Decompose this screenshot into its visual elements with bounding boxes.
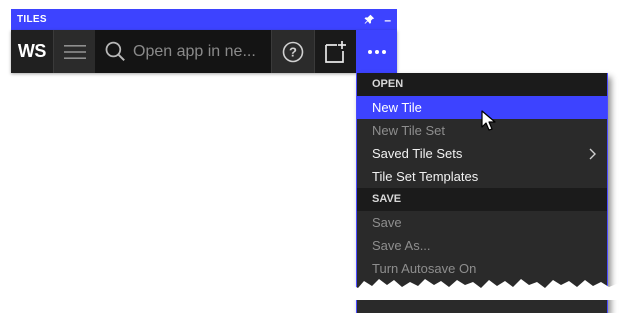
new-tile-icon [324,40,346,63]
torn-edge [350,279,619,300]
menu-item-save[interactable]: Save [357,211,607,234]
more-options-button[interactable] [356,30,398,73]
title-controls: – [364,14,391,26]
new-tile-button[interactable] [313,30,357,73]
search-box[interactable] [95,30,272,73]
window-title: TILES [17,14,47,25]
hamburger-menu-icon [63,44,86,59]
menu-button[interactable] [52,30,96,73]
tiles-toolbar: WS ? [11,30,398,73]
menu-section-save: SAVE [357,188,607,211]
menu-item-tile-set-templates[interactable]: Tile Set Templates [357,165,607,188]
svg-text:?: ? [289,44,297,59]
help-circle-icon: ? [282,41,304,62]
menu-item-label: Saved Tile Sets [372,146,463,161]
chevron-right-icon [589,148,596,160]
ws-logo[interactable]: WS [11,30,53,73]
search-input[interactable] [133,42,272,61]
menu-item-save-as[interactable]: Save As... [357,234,607,257]
mouse-cursor-icon [481,110,496,131]
tiles-title-bar: TILES – [11,9,397,30]
help-button[interactable]: ? [271,30,314,73]
menu-item-saved-tile-sets[interactable]: Saved Tile Sets [357,142,607,165]
pin-icon[interactable] [364,14,375,25]
minimize-button[interactable]: – [384,14,391,26]
search-icon [105,41,126,62]
menu-section-open: OPEN [357,73,607,96]
more-dots-icon [367,49,386,54]
